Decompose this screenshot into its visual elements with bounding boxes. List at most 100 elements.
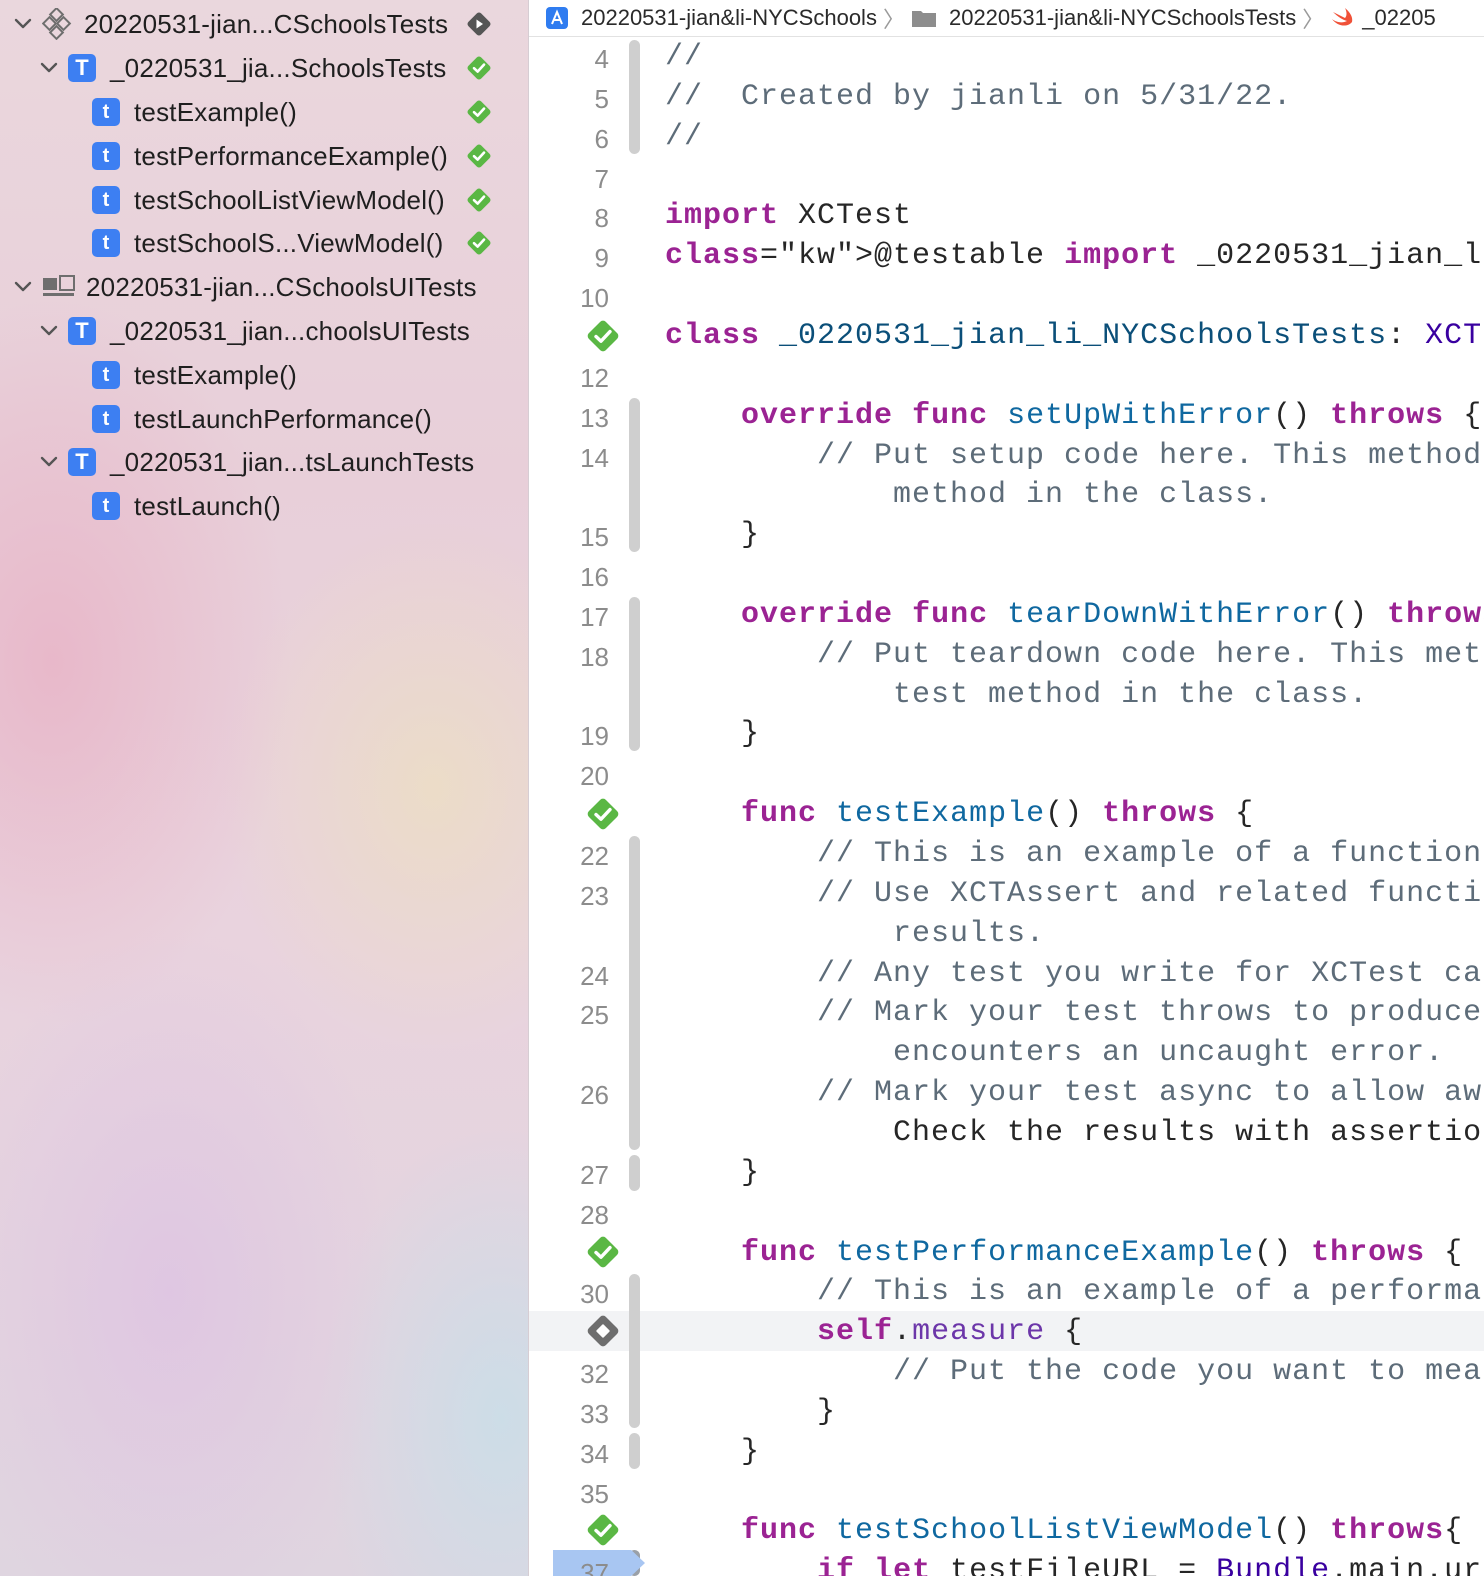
code-line[interactable]: results.: [665, 917, 1045, 951]
test-method-icon: t: [92, 98, 120, 126]
pass-icon: [466, 143, 492, 169]
code-line[interactable]: Check the results with assertion: [665, 1116, 1484, 1150]
line-number: 23: [580, 880, 609, 911]
line-number: 8: [594, 203, 609, 234]
code-line[interactable]: // Any test you write for XCTest can: [665, 957, 1484, 991]
line-number: 22: [580, 841, 609, 871]
test-class-icon: T: [68, 54, 96, 82]
code-ribbon: [629, 398, 640, 552]
pass-icon: [466, 99, 492, 125]
code-line[interactable]: //: [665, 120, 703, 154]
test-method-row[interactable]: t testSchoolListViewModel(): [92, 178, 528, 222]
line-number: 25: [580, 1000, 609, 1031]
line-number: 28: [580, 1199, 609, 1230]
breadcrumb-folder[interactable]: 20220531-jian&li-NYCSchoolsTests: [911, 5, 1296, 31]
code-line[interactable]: // Put setup code here. This method: [665, 439, 1482, 473]
ui-test-icon: [42, 273, 76, 301]
code-line[interactable]: // Put the code you want to meas: [665, 1355, 1484, 1389]
test-method-row[interactable]: t testExample(): [92, 353, 528, 397]
line-number: 16: [580, 562, 609, 593]
line-number: 18: [580, 641, 609, 672]
run-icon[interactable]: [466, 11, 492, 37]
breadcrumb-project[interactable]: 20220531-jian&li-NYCSchools: [545, 5, 877, 31]
pass-icon: [466, 187, 492, 213]
code-line[interactable]: // Created by jianli on 5/31/22.: [665, 80, 1292, 114]
test-pass-marker-icon[interactable]: [585, 1234, 621, 1270]
code-line[interactable]: }: [665, 518, 760, 552]
code-line[interactable]: }: [665, 1395, 836, 1429]
code-line[interactable]: encounters an uncaught error.: [665, 1036, 1444, 1070]
test-pass-marker-icon[interactable]: [585, 1512, 621, 1548]
pass-icon: [466, 230, 492, 256]
code-line[interactable]: // This is an example of a performan: [665, 1275, 1484, 1309]
test-class-row[interactable]: T _0220531_jian...tsLaunchTests: [38, 440, 528, 484]
line-number: 12: [580, 362, 609, 393]
test-class-row[interactable]: T _0220531_jian...choolsUITests: [38, 309, 528, 353]
code-line[interactable]: func testExample() throws {: [665, 797, 1254, 831]
test-pass-marker-icon[interactable]: [585, 796, 621, 832]
code-line[interactable]: func testSchoolListViewModel() throws{: [665, 1514, 1463, 1548]
code-line[interactable]: method in the class.: [665, 478, 1273, 512]
test-plan-icon: [42, 8, 74, 40]
test-pass-marker-icon[interactable]: [585, 318, 621, 354]
line-number: 20: [580, 761, 609, 792]
code-line[interactable]: }: [665, 717, 760, 751]
test-class-icon: T: [68, 317, 96, 345]
sidebar-item-label: testExample(): [134, 96, 297, 127]
sidebar-item-label: testLaunch(): [134, 490, 281, 521]
code-line[interactable]: test method in the class.: [665, 678, 1368, 712]
breadcrumb-file[interactable]: _02205: [1330, 5, 1436, 31]
code-line[interactable]: class _0220531_jian_li_NYCSchoolsTests: …: [665, 319, 1484, 353]
sidebar-item-label: _0220531_jian...choolsUITests: [110, 315, 470, 346]
code-line[interactable]: override func tearDownWithError() throws: [665, 598, 1484, 632]
ui-test-target-row[interactable]: 20220531-jian...CSchoolsUITests: [12, 265, 528, 309]
test-method-icon: t: [92, 142, 120, 170]
line-number: 10: [580, 283, 609, 314]
code-line[interactable]: self.measure {: [665, 1315, 1083, 1349]
test-method-row[interactable]: t testLaunchPerformance(): [92, 397, 528, 441]
folder-icon: [911, 8, 937, 28]
sidebar-item-label: 20220531-jian...CSchoolsTests: [84, 8, 449, 39]
source-editor[interactable]: 20220531-jian&li-NYCSchools 〉 20220531-j…: [529, 0, 1484, 1576]
code-line[interactable]: if let testFileURL = Bundle.main.url: [665, 1554, 1484, 1576]
code-line[interactable]: // Use XCTAssert and related functio: [665, 877, 1484, 911]
sidebar-item-label: testLaunchPerformance(): [134, 403, 432, 434]
code-line[interactable]: }: [665, 1156, 760, 1190]
code-line[interactable]: func testPerformanceExample() throws {: [665, 1236, 1463, 1270]
code-line[interactable]: //: [665, 40, 703, 74]
test-class-row[interactable]: T _0220531_jia...SchoolsTests: [38, 46, 528, 90]
test-method-row[interactable]: t testLaunch(): [92, 484, 528, 528]
breadcrumb-project-label: 20220531-jian&li-NYCSchools: [581, 5, 877, 30]
test-method-row[interactable]: t testPerformanceExample(): [92, 134, 528, 178]
chevron-down-icon[interactable]: [12, 276, 34, 298]
line-number: 4: [594, 44, 609, 74]
code-ribbon: [629, 1433, 640, 1469]
line-number: 32: [580, 1359, 609, 1390]
code-line[interactable]: class="kw">@testable import _0220531_jia…: [665, 239, 1484, 273]
code-line[interactable]: // Mark your test throws to produce: [665, 996, 1482, 1030]
test-plan-row[interactable]: 20220531-jian...CSchoolsTests: [12, 2, 528, 46]
chevron-down-icon[interactable]: [38, 320, 60, 342]
sidebar-item-label: testSchoolS...ViewModel(): [134, 227, 444, 258]
code-line[interactable]: }: [665, 1435, 760, 1469]
sidebar-item-label: testSchoolListViewModel(): [134, 184, 445, 215]
code-line[interactable]: // Mark your test async to allow awa: [665, 1076, 1484, 1110]
line-number: 19: [580, 721, 609, 752]
test-method-row[interactable]: t testExample(): [92, 90, 528, 134]
line-number: 14: [580, 442, 609, 473]
code-line[interactable]: // This is an example of a functiona: [665, 837, 1484, 871]
line-number: 35: [580, 1478, 609, 1509]
code-line[interactable]: import XCTest: [665, 199, 912, 233]
line-number: 33: [580, 1398, 609, 1429]
line-number: 37: [580, 1558, 609, 1576]
line-number: 34: [580, 1438, 609, 1469]
line-number: 6: [594, 123, 609, 154]
code-line[interactable]: override func setUpWithError() throws {: [665, 399, 1482, 433]
line-number: 24: [580, 960, 609, 991]
test-method-row[interactable]: t testSchoolS...ViewModel(): [92, 221, 528, 265]
chevron-down-icon[interactable]: [12, 13, 34, 35]
performance-diamond-icon[interactable]: [585, 1313, 621, 1349]
chevron-down-icon[interactable]: [38, 451, 60, 473]
code-line[interactable]: // Put teardown code here. This meth: [665, 638, 1484, 672]
chevron-down-icon[interactable]: [38, 57, 60, 79]
